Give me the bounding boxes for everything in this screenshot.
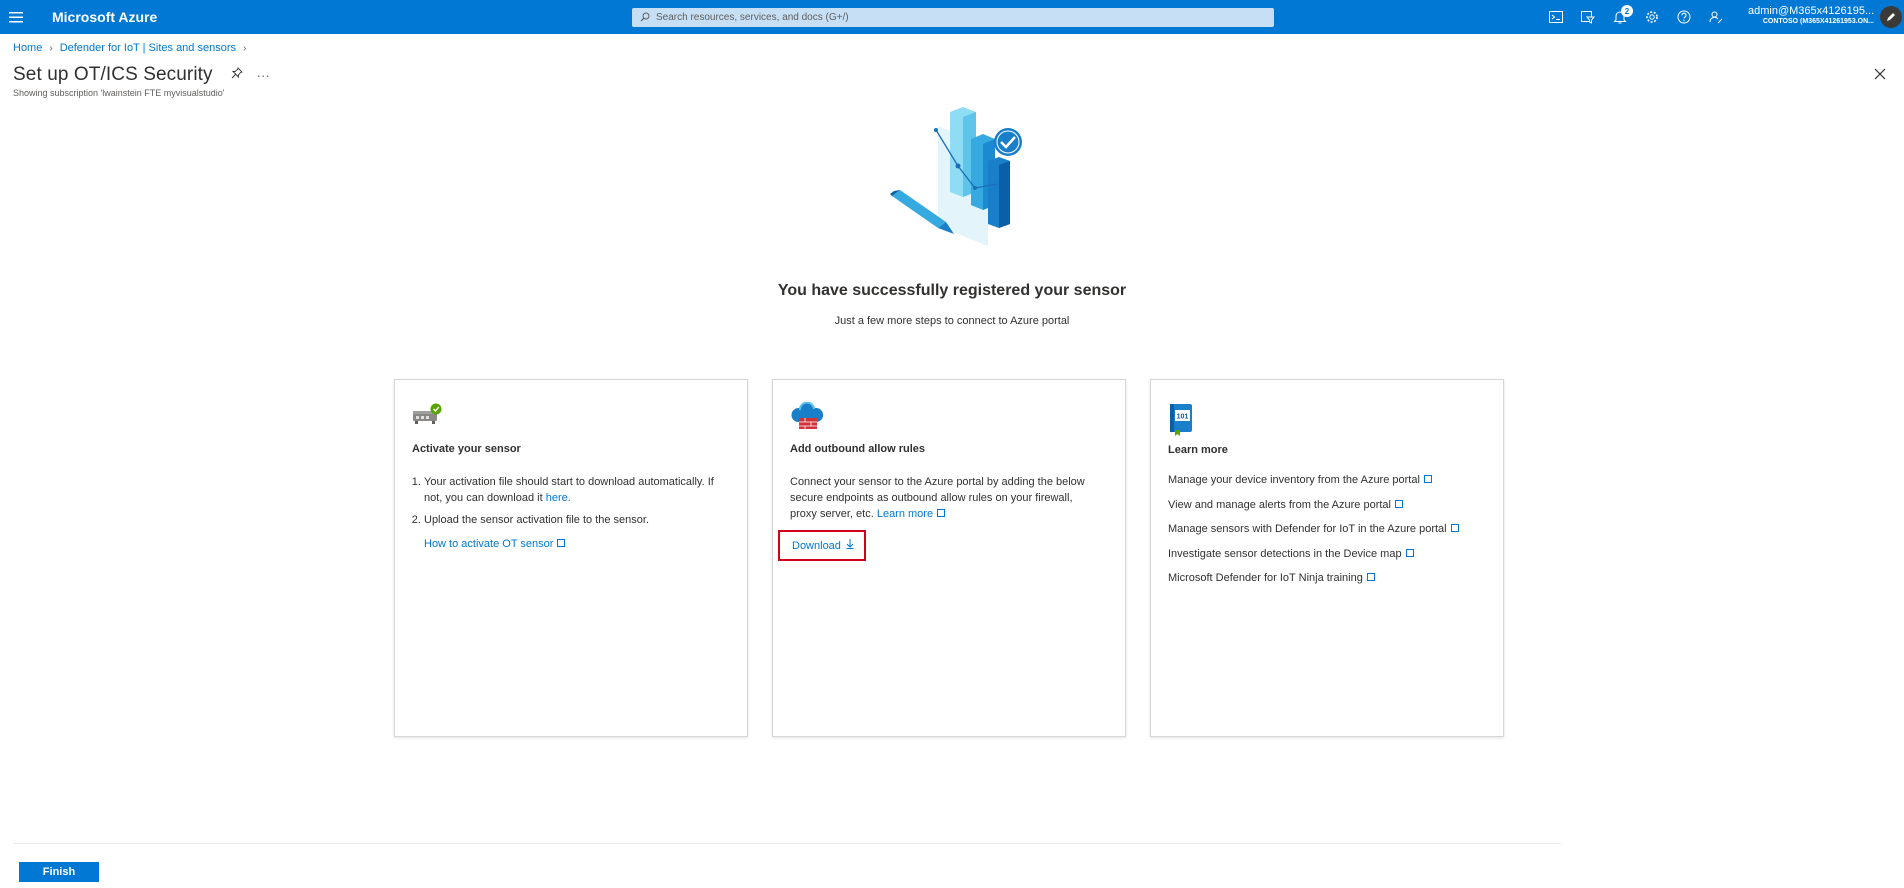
breadcrumb-chevron-icon: › [49, 42, 53, 54]
download-label: Download [792, 539, 841, 552]
footer-divider [13, 843, 1561, 844]
success-heading: You have successfully registered your se… [777, 282, 1127, 299]
link-ninja-training-label[interactable]: Microsoft Defender for IoT Ninja trainin… [1168, 572, 1363, 584]
notifications-icon[interactable]: 2 [1604, 0, 1636, 34]
how-to-activate-link[interactable]: How to activate OT sensor [424, 538, 553, 550]
breadcrumb: Home › Defender for IoT | Sites and sens… [13, 42, 253, 54]
breadcrumb-home[interactable]: Home [13, 42, 42, 54]
learn-more-links: Manage your device inventory from the Az… [1168, 473, 1459, 596]
activate-sensor-title: Activate your sensor [412, 443, 521, 455]
book-label: 101 [1177, 414, 1189, 421]
learn-more-link[interactable]: Learn more [877, 508, 933, 520]
more-options-icon[interactable]: ··· [257, 68, 270, 83]
page-subtitle: Showing subscription 'lwainstein FTE myv… [13, 88, 225, 98]
sensor-registered-illustration [888, 106, 1028, 248]
finish-button[interactable]: Finish [19, 862, 99, 882]
activate-sensor-card: Activate your sensor Your activation fil… [394, 379, 748, 737]
step-download-activation: Your activation file should start to dow… [424, 474, 732, 506]
book-101-icon: 101 [1168, 402, 1194, 441]
settings-icon[interactable] [1636, 0, 1668, 34]
top-bar: Microsoft Azure 2 admin@M365x4126195... … [0, 0, 1904, 34]
hamburger-menu-icon[interactable] [0, 0, 32, 34]
help-icon[interactable] [1668, 0, 1700, 34]
cloud-shell-icon[interactable] [1540, 0, 1572, 34]
external-link-icon [1423, 475, 1432, 483]
link-manage-alerts[interactable]: View and manage alerts from the Azure po… [1168, 498, 1459, 512]
download-endpoints-button[interactable]: Download [778, 530, 866, 561]
search-input[interactable] [656, 12, 1256, 23]
avatar[interactable] [1880, 6, 1902, 28]
link-device-inventory-label[interactable]: Manage your device inventory from the Az… [1168, 474, 1420, 486]
sensor-device-icon [412, 402, 442, 431]
global-search[interactable] [632, 8, 1274, 27]
link-ninja-training[interactable]: Microsoft Defender for IoT Ninja trainin… [1168, 571, 1459, 585]
link-manage-sensors[interactable]: Manage sensors with Defender for IoT in … [1168, 522, 1459, 536]
learn-more-card: 101 Learn more Manage your device invent… [1150, 379, 1504, 737]
breadcrumb-chevron-icon: › [243, 42, 247, 54]
link-device-map-label[interactable]: Investigate sensor detections in the Dev… [1168, 548, 1402, 560]
cloud-firewall-icon [790, 401, 824, 437]
download-activation-here-link[interactable]: here. [546, 492, 571, 504]
account-user: admin@M365x4126195... [1748, 5, 1874, 17]
close-icon[interactable] [1872, 66, 1888, 82]
link-manage-alerts-label[interactable]: View and manage alerts from the Azure po… [1168, 499, 1391, 511]
external-link-icon [937, 509, 946, 517]
outbound-rules-title: Add outbound allow rules [790, 443, 926, 455]
external-link-icon [557, 539, 566, 547]
learn-more-title: Learn more [1168, 444, 1228, 456]
step-2-text: Upload the sensor activation file to the… [424, 514, 650, 526]
activate-sensor-steps: Your activation file should start to dow… [412, 474, 732, 552]
notifications-badge: 2 [1621, 5, 1633, 17]
download-arrow-icon [846, 539, 854, 552]
breadcrumb-defender-sites[interactable]: Defender for IoT | Sites and sensors [60, 42, 236, 54]
search-icon [640, 9, 650, 27]
page-title: Set up OT/ICS Security [13, 64, 213, 85]
pin-icon[interactable] [231, 66, 243, 84]
feedback-icon[interactable] [1700, 0, 1732, 34]
step-upload-activation: Upload the sensor activation file to the… [424, 512, 732, 528]
outbound-rules-card: Add outbound allow rules Connect your se… [772, 379, 1126, 737]
account-info[interactable]: admin@M365x4126195... CONTOSO (M365X4126… [1748, 5, 1874, 25]
link-manage-sensors-label[interactable]: Manage sensors with Defender for IoT in … [1168, 523, 1447, 535]
link-device-inventory[interactable]: Manage your device inventory from the Az… [1168, 473, 1459, 487]
external-link-icon [1405, 548, 1414, 557]
outbound-rules-description: Connect your sensor to the Azure portal … [790, 474, 1110, 522]
brand-title[interactable]: Microsoft Azure [52, 9, 157, 25]
external-link-icon [1450, 524, 1459, 533]
directory-filter-icon[interactable] [1572, 0, 1604, 34]
success-subheading: Just a few more steps to connect to Azur… [834, 315, 1070, 327]
external-link-icon [1394, 499, 1403, 508]
link-device-map[interactable]: Investigate sensor detections in the Dev… [1168, 547, 1459, 561]
external-link-icon [1366, 573, 1375, 582]
account-tenant: CONTOSO (M365X41261953.ON... [1762, 18, 1874, 25]
